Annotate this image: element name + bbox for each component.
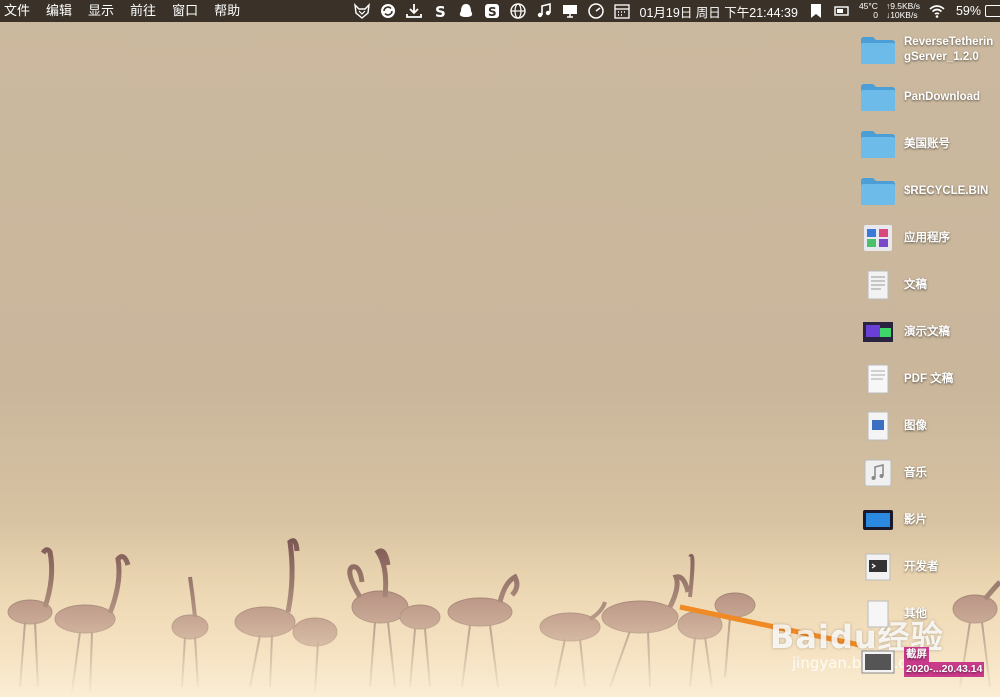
pdf-stack-icon	[860, 361, 896, 397]
desktop-item-label: 应用程序	[904, 231, 950, 244]
desktop-item-us-account[interactable]: 美国账号	[860, 122, 1000, 166]
presentation-stack-icon	[860, 314, 896, 350]
battery-percent[interactable]: 59%	[956, 4, 981, 18]
developer-stack-icon	[860, 549, 896, 585]
desktop-item-music[interactable]: 音乐	[860, 451, 1000, 495]
screenshot-stack-icon	[860, 644, 896, 680]
folder-icon	[860, 79, 896, 115]
calendar-icon[interactable]	[612, 1, 632, 21]
menu-help[interactable]: 帮助	[206, 0, 248, 22]
s-icon[interactable]: S	[430, 1, 450, 21]
desktop-icons: ReverseTetheringServer_1.2.0 PanDownload…	[852, 22, 1000, 697]
qq-icon[interactable]	[456, 1, 476, 21]
desktop-item-presentations[interactable]: 演示文稿	[860, 310, 1000, 354]
desktop-item-screenshots[interactable]: 截屏 2020-...20.43.14	[860, 640, 1000, 684]
desktop-item-label: 演示文稿	[904, 325, 950, 338]
menu-file[interactable]: 文件	[0, 0, 38, 22]
download-icon[interactable]	[404, 1, 424, 21]
speed-icon[interactable]	[586, 1, 606, 21]
desktop-item-pdf[interactable]: PDF 文稿	[860, 357, 1000, 401]
desktop-item-label: 开发者	[904, 560, 939, 573]
desktop-item-applications[interactable]: 应用程序	[860, 216, 1000, 260]
globe-sync-icon[interactable]	[378, 1, 398, 21]
movies-stack-icon	[860, 502, 896, 538]
menu-edit[interactable]: 编辑	[38, 0, 80, 22]
network-speed-readout[interactable]: ↑9.5KB/s ↓10KB/s	[886, 2, 920, 20]
desktop-item-label: PDF 文稿	[904, 372, 954, 385]
sogou-s-icon[interactable]: S	[482, 1, 502, 21]
folder-icon	[860, 32, 896, 68]
screenshot-file-label: 2020-...20.43.14	[904, 662, 985, 677]
desktop-item-label: PanDownload	[904, 90, 981, 103]
battery-icon[interactable]	[985, 5, 1000, 17]
bookmark-icon[interactable]	[806, 1, 826, 21]
desktop-item-images[interactable]: 图像	[860, 404, 1000, 448]
desktop-item-other[interactable]: 其他	[860, 592, 1000, 636]
desktop-item-label: ReverseTetheringServer_1.2.0	[904, 36, 994, 63]
desktop-item-movies[interactable]: 影片	[860, 498, 1000, 542]
svg-text:S: S	[435, 3, 446, 20]
desktop-item-documents[interactable]: 文稿	[860, 263, 1000, 307]
desktop-item-reversetethering[interactable]: ReverseTetheringServer_1.2.0	[860, 28, 1000, 72]
network-globe-icon[interactable]	[508, 1, 528, 21]
fox-icon[interactable]	[352, 1, 372, 21]
svg-text:S: S	[488, 5, 497, 19]
folder-icon	[860, 173, 896, 209]
status-area: S S 01月19日 周日 下午21:44:39 45°C 0 ↑9.5KB/s ↓…	[349, 0, 1000, 22]
desktop-item-label: 截屏	[904, 647, 929, 662]
music-note-icon[interactable]	[534, 1, 554, 21]
temperature-readout[interactable]: 45°C 0	[859, 2, 878, 20]
desktop-item-pandownload[interactable]: PanDownload	[860, 75, 1000, 119]
wifi-icon[interactable]	[927, 1, 947, 21]
desktop-item-label: 文稿	[904, 278, 927, 291]
menu-go[interactable]: 前往	[122, 0, 164, 22]
desktop-item-label: 美国账号	[904, 137, 950, 150]
menu-window[interactable]: 窗口	[164, 0, 206, 22]
display-icon[interactable]	[560, 1, 580, 21]
documents-stack-icon	[860, 267, 896, 303]
menu-bar: 文件 编辑 显示 前往 窗口 帮助 S S 01月19日 周日 下午21:44:…	[0, 0, 1000, 22]
desktop-item-label: $RECYCLE.BIN	[904, 184, 989, 197]
desktop-item-label: 其他	[904, 607, 927, 620]
desktop-item-recycle-bin[interactable]: $RECYCLE.BIN	[860, 169, 1000, 213]
battery-mini-icon[interactable]	[832, 1, 852, 21]
desktop-item-label: 音乐	[904, 466, 927, 479]
clock-text[interactable]: 01月19日 周日 下午21:44:39	[640, 2, 798, 21]
desktop-item-developer[interactable]: 开发者	[860, 545, 1000, 589]
images-stack-icon	[860, 408, 896, 444]
other-stack-icon	[860, 596, 896, 632]
desktop-item-label-group: 截屏 2020-...20.43.14	[904, 647, 1000, 677]
desktop-item-label: 图像	[904, 419, 927, 432]
applications-stack-icon	[860, 220, 896, 256]
desktop-item-label: 影片	[904, 513, 927, 526]
menu-view[interactable]: 显示	[80, 0, 122, 22]
music-stack-icon	[860, 455, 896, 491]
folder-icon	[860, 126, 896, 162]
